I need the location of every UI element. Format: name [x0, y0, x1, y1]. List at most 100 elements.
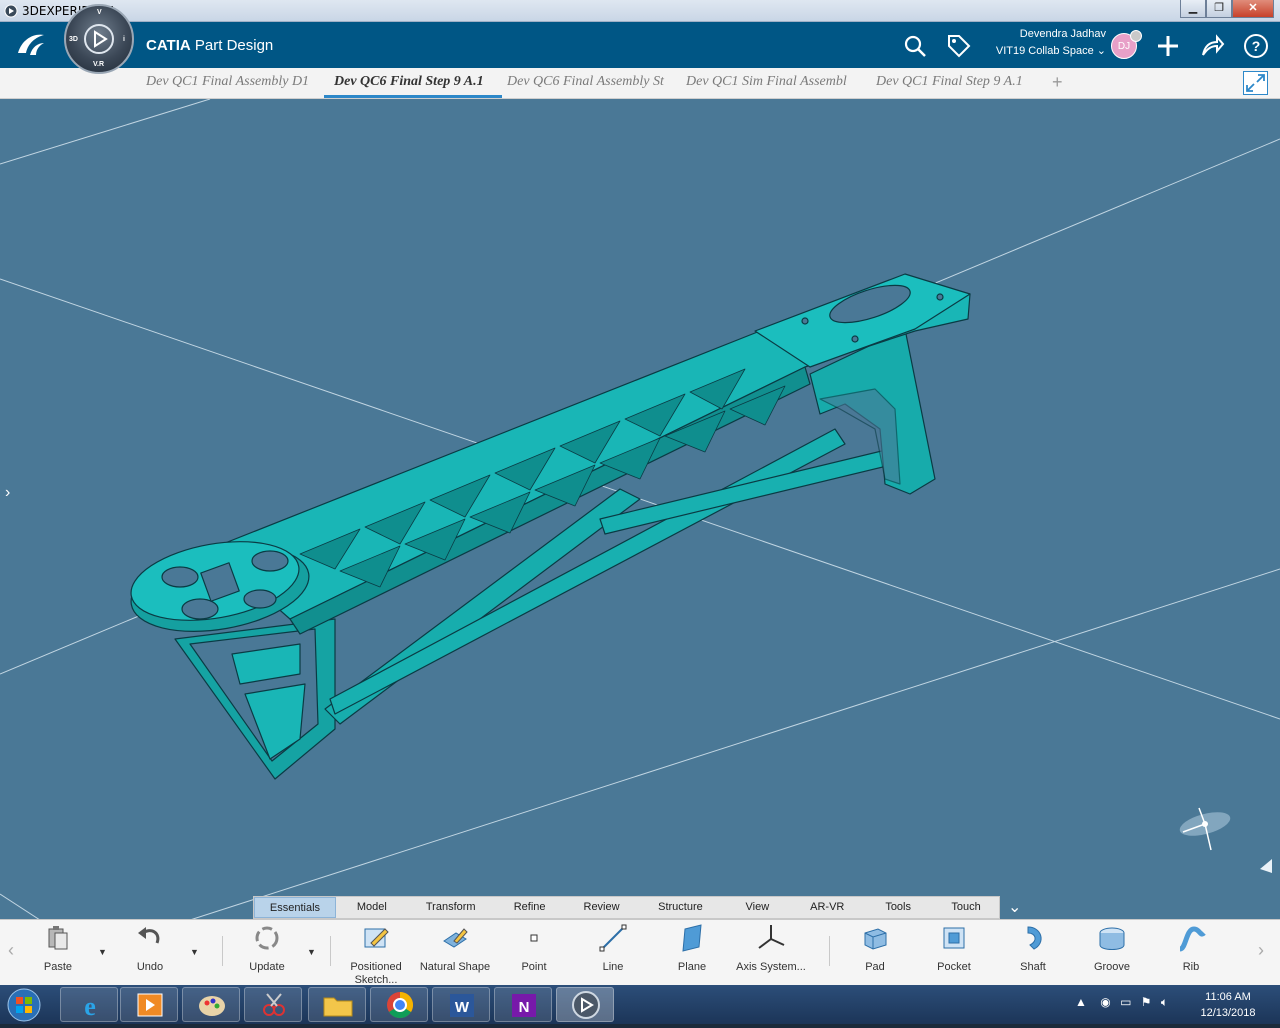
onenote-icon[interactable]: N: [494, 987, 552, 1022]
system-tray: ▲ ◉ ▭ ⚑ 🔈︎: [1075, 995, 1168, 1010]
chevron-down-icon[interactable]: ⌄: [1008, 897, 1026, 916]
tab-view[interactable]: View: [723, 897, 791, 918]
collapse-icon[interactable]: [1243, 71, 1268, 95]
action-center-icon[interactable]: ⚑: [1141, 995, 1152, 1009]
rib-button[interactable]: Rib: [1155, 923, 1227, 974]
shaft-icon: [1027, 926, 1042, 950]
shaft-label: Shaft: [1020, 961, 1046, 973]
3dexperience-app-icon: [4, 4, 18, 18]
tab-refine[interactable]: Refine: [494, 897, 566, 918]
close-button[interactable]: ✕: [1232, 0, 1274, 18]
action-bar-tabs: Essentials Model Transform Refine Review…: [253, 896, 1000, 919]
media-player-icon[interactable]: [120, 987, 178, 1022]
axis-system-icon: [758, 925, 785, 949]
natural-shape-button[interactable]: Natural Shape: [419, 923, 491, 974]
user-info[interactable]: Devendra Jadhav VIT19 Collab Space ⌄: [986, 28, 1106, 57]
collab-space-selector[interactable]: VIT19 Collab Space ⌄: [986, 44, 1106, 57]
paste-dropdown-icon[interactable]: ▼: [98, 947, 107, 957]
update-dropdown-icon[interactable]: ▼: [307, 947, 316, 957]
word-icon[interactable]: W: [432, 987, 490, 1022]
plus-icon[interactable]: [1155, 33, 1181, 59]
3d-scene[interactable]: [0, 99, 1280, 920]
pad-button[interactable]: Pad: [839, 923, 911, 974]
sketch-icon: [364, 928, 389, 948]
svg-text:e: e: [84, 992, 96, 1021]
network-icon[interactable]: ◉: [1100, 995, 1110, 1009]
tab-model[interactable]: Model: [336, 897, 408, 918]
part-geometry[interactable]: [124, 273, 971, 780]
maximize-button[interactable]: ❐: [1206, 0, 1232, 18]
scroll-right-icon[interactable]: ›: [1258, 940, 1264, 961]
groove-icon: [1099, 927, 1125, 950]
active-tab-indicator: [324, 95, 502, 98]
internet-explorer-icon[interactable]: e: [60, 987, 118, 1022]
tab-ar-vr[interactable]: AR-VR: [791, 897, 863, 918]
undo-button[interactable]: Undo: [114, 923, 186, 974]
file-explorer-icon[interactable]: [308, 987, 366, 1022]
search-icon[interactable]: [902, 33, 928, 59]
volume-icon[interactable]: 🔈︎: [1161, 995, 1168, 1009]
tab-dev-qc6-final-assembly[interactable]: Dev QC6 Final Assembly St: [507, 74, 677, 90]
undo-icon: [138, 927, 160, 944]
document-tab-bar: Dev QC1 Final Assembly D1 Dev QC6 Final …: [0, 68, 1280, 99]
compass-widget[interactable]: V 3D i V.R: [64, 4, 134, 74]
share-icon[interactable]: [1199, 33, 1225, 59]
paint-icon[interactable]: [182, 987, 240, 1022]
window-controls: ▁ ❐ ✕: [1180, 0, 1274, 18]
dassault-logo-icon[interactable]: [14, 29, 48, 61]
tab-transform[interactable]: Transform: [408, 897, 494, 918]
pocket-button[interactable]: Pocket: [918, 923, 990, 974]
tab-dev-qc1-sim-final-assembly[interactable]: Dev QC1 Sim Final Assembl: [686, 74, 860, 90]
line-label: Line: [602, 961, 624, 973]
rib-icon: [1179, 926, 1206, 952]
undo-dropdown-icon[interactable]: ▼: [190, 947, 199, 957]
update-button[interactable]: Update: [231, 923, 303, 974]
chrome-icon[interactable]: [370, 987, 428, 1022]
shaft-button[interactable]: Shaft: [997, 923, 1069, 974]
snipping-tool-icon[interactable]: [244, 987, 302, 1022]
scroll-left-icon[interactable]: ‹: [8, 940, 14, 961]
display-icon[interactable]: ▭: [1120, 995, 1131, 1009]
groove-button[interactable]: Groove: [1076, 923, 1148, 974]
tray-expand-icon[interactable]: ▲: [1075, 995, 1087, 1009]
action-bar: ‹ Paste ▼ Undo ▼ Update ▼ Positioned Ske…: [0, 919, 1280, 987]
3d-viewport[interactable]: ›: [0, 99, 1280, 920]
line-button[interactable]: Line: [577, 923, 649, 974]
rib-label: Rib: [1182, 961, 1200, 973]
update-icon: [255, 926, 279, 950]
orientation-triad-icon[interactable]: [1177, 807, 1232, 851]
pad-icon: [864, 928, 887, 950]
axis-system-button[interactable]: Axis System...: [735, 923, 807, 974]
minimize-button[interactable]: ▁: [1180, 0, 1206, 18]
tab-essentials[interactable]: Essentials: [254, 897, 336, 918]
3dexperience-icon[interactable]: [556, 987, 614, 1022]
paste-label: Paste: [43, 961, 73, 973]
line-icon: [599, 924, 627, 952]
system-clock[interactable]: 11:06 AM 12/13/2018: [1196, 989, 1260, 1021]
pocket-label: Pocket: [937, 961, 971, 973]
help-icon[interactable]: ?: [1243, 33, 1269, 59]
os-taskbar: e W N ▲ ◉ ▭ ⚑ 🔈︎ 11:06 AM 12/13/2018: [0, 985, 1280, 1024]
add-tab-button[interactable]: +: [1052, 72, 1063, 93]
svg-text:N: N: [519, 999, 530, 1016]
tab-dev-qc6-final-step-9[interactable]: Dev QC6 Final Step 9 A.1: [334, 74, 500, 90]
windows-start-icon[interactable]: [4, 987, 44, 1023]
separator: [829, 936, 830, 966]
tab-review[interactable]: Review: [566, 897, 638, 918]
positioned-sketch-button[interactable]: Positioned Sketch...: [340, 923, 412, 987]
compass-play-icon[interactable]: [84, 24, 114, 54]
robot-handle-icon[interactable]: [1260, 859, 1272, 873]
expand-left-panel-icon[interactable]: ›: [5, 484, 10, 502]
tag-icon[interactable]: [946, 33, 972, 59]
tab-dev-qc1-final-assembly[interactable]: Dev QC1 Final Assembly D1: [146, 74, 320, 90]
point-button[interactable]: Point: [498, 923, 570, 974]
plane-button[interactable]: Plane: [656, 923, 728, 974]
paste-button[interactable]: Paste: [22, 923, 94, 974]
tab-touch[interactable]: Touch: [933, 897, 999, 918]
natural-shape-label: Natural Shape: [419, 961, 491, 973]
svg-text:?: ?: [1252, 38, 1261, 54]
pad-label: Pad: [865, 961, 885, 973]
tab-structure[interactable]: Structure: [638, 897, 724, 918]
tab-dev-qc1-final-step-9[interactable]: Dev QC1 Final Step 9 A.1: [876, 74, 1036, 90]
tab-tools[interactable]: Tools: [863, 897, 933, 918]
